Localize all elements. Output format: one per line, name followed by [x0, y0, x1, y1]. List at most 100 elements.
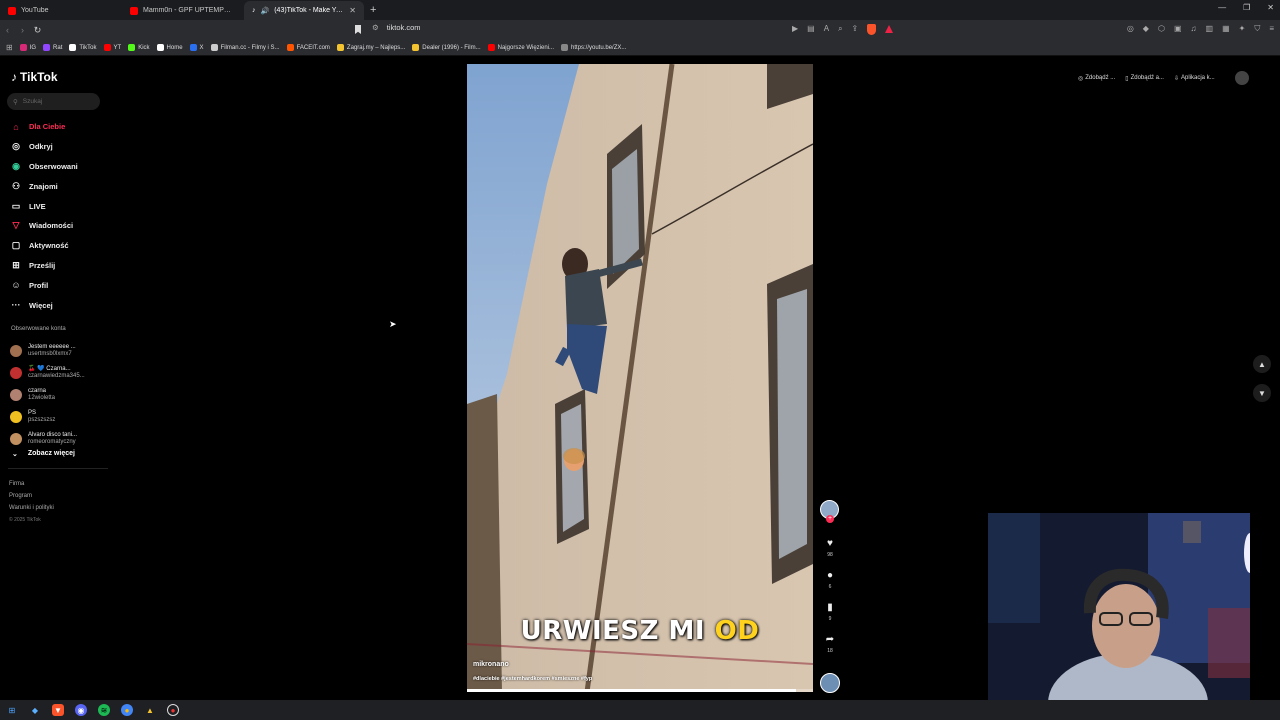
app-icon[interactable]: ▲ [144, 704, 156, 716]
sound-disc-icon[interactable] [820, 673, 840, 693]
bookmark-item[interactable]: IG [19, 44, 36, 51]
tiktok-logo[interactable]: ♪ TikTok [11, 70, 58, 84]
extension-icon[interactable]: ▣ [1174, 24, 1182, 34]
video-author[interactable]: mikronano [473, 661, 509, 668]
bookmark-item[interactable]: YT [103, 44, 121, 51]
next-video-button[interactable]: ▼ [1253, 384, 1271, 402]
bookmark-item[interactable]: Najgorsze Więzieni... [487, 44, 554, 51]
translate-icon[interactable]: A [824, 24, 829, 35]
brave-shield-icon[interactable] [867, 24, 877, 35]
tab-tiktok[interactable]: ♪ 🔊 (43)TikTok - Make Your Day ✕ [244, 1, 364, 20]
explorer-icon[interactable]: ◆ [29, 704, 41, 716]
vpn-icon[interactable]: ⛉ [1254, 24, 1260, 34]
media-icon[interactable]: ▶ [792, 24, 798, 35]
extension-icon[interactable]: ⬡ [1158, 24, 1165, 34]
zoom-icon[interactable]: ⌕ [838, 24, 842, 35]
new-tab-button[interactable]: + [364, 4, 382, 20]
bookmark-item[interactable]: TikTok [69, 44, 97, 51]
following-account[interactable]: 🍒 💙 Czarna... czarnawiedzma345... [10, 362, 85, 384]
following-account[interactable]: Jestem eeeeee ... usertmsb0lxmx7 [10, 340, 85, 362]
video-hashtags[interactable]: #dlaciebie #jestemhardkorem #smieszne #f… [473, 676, 592, 682]
following-account[interactable]: czarna 12wioletta [10, 384, 85, 406]
sidebar-icon[interactable]: ▥ [1206, 24, 1214, 34]
following-account[interactable]: Alvaro disco tani... romeoromatyczny [10, 428, 85, 450]
bookmark-item[interactable]: Rat [43, 44, 62, 51]
audio-playing-icon[interactable]: 🔊 [261, 7, 270, 15]
follow-plus-icon[interactable]: + [826, 515, 834, 523]
address-field[interactable]: ⚙ tiktok.com [372, 23, 421, 32]
share-button[interactable]: ➦ [820, 629, 840, 649]
back-icon[interactable]: ‹ [0, 25, 15, 35]
nav-obserwowani[interactable]: ◉ Obserwowani [10, 157, 78, 177]
apps-grid-icon[interactable]: ⊞ [6, 43, 13, 52]
avatar [10, 411, 22, 423]
obs-icon[interactable]: ● [167, 704, 179, 716]
wallet-icon[interactable]: ▦ [1222, 24, 1230, 34]
footer-link-terms[interactable]: Warunki i polityki [9, 502, 54, 514]
bookmarks-bar: ⊞ IG Rat TikTok YT Kick Home X Filman.cc - Film… [0, 40, 1280, 56]
nav-przeslij[interactable]: ⊞ Prześlij [10, 256, 78, 276]
nav-live[interactable]: ▭ LIVE [10, 196, 78, 216]
tab-youtube[interactable]: YouTube [0, 1, 122, 20]
tab-mammon[interactable]: Mamm0n - GPF UPTEMPO MIX [122, 1, 244, 20]
restore-icon[interactable]: ❐ [1243, 3, 1250, 12]
previous-video-button[interactable]: ▲ [1253, 355, 1271, 373]
site-settings-icon[interactable]: ⚙ [372, 23, 379, 32]
extension-icon[interactable]: ◎ [1127, 24, 1134, 34]
nav-wiadomosci[interactable]: ▽ Wiadomości [10, 216, 78, 236]
avatar [10, 367, 22, 379]
chrome-icon[interactable]: ● [121, 704, 133, 716]
brave-rewards-icon[interactable] [885, 25, 894, 33]
bookmark-item[interactable]: Dealer (1996) - Film... [412, 44, 481, 51]
nav-label: LIVE [29, 201, 46, 211]
share-icon[interactable]: ⇪ [852, 24, 859, 35]
following-account[interactable]: PS pszszszsz [10, 406, 85, 428]
video-player[interactable]: URWIESZ MI OD mikronano #dlaciebie #jest… [467, 64, 813, 692]
bookmark-item[interactable]: Kick [128, 44, 150, 51]
nav-odkryj[interactable]: ◎ Odkryj [10, 137, 78, 157]
reader-icon[interactable]: ▤ [807, 24, 815, 35]
bookmark-item[interactable]: FACEIT.com [286, 44, 330, 51]
footer-link-program[interactable]: Program [9, 490, 54, 502]
forward-icon[interactable]: › [15, 25, 30, 35]
like-button[interactable]: ♥ [820, 533, 840, 553]
see-more-button[interactable]: ⌄ Zobacz więcej [12, 450, 75, 458]
bookmark-item[interactable]: Filman.cc - Filmy i S... [210, 44, 280, 51]
media-control-icon[interactable]: ♫ [1191, 24, 1197, 34]
bookmark-item[interactable]: https://youtu.be/ZX... [561, 44, 626, 51]
leo-icon[interactable]: ✦ [1239, 24, 1246, 34]
bookmark-favicon-icon [128, 44, 136, 51]
save-button[interactable]: ▮ [820, 597, 840, 617]
nav-dla-ciebie[interactable]: ⌂ Dla Ciebie [10, 117, 78, 137]
bookmark-icon[interactable] [355, 25, 361, 34]
bookmark-item[interactable]: Home [156, 44, 183, 51]
inbox-icon[interactable] [1234, 71, 1249, 85]
nav-znajomi[interactable]: ⚇ Znajomi [10, 176, 78, 196]
nav-aktywnosc[interactable]: ▢ Aktywność [10, 236, 78, 256]
extension-icon[interactable]: ◆ [1143, 24, 1149, 34]
nav-wiecej[interactable]: ··· Więcej [10, 295, 78, 315]
brave-icon[interactable]: ▼ [52, 704, 64, 716]
bookmark-item[interactable]: Zagraj.my – Najleps... [336, 44, 405, 51]
download-icon: ⇩ [1173, 75, 1179, 82]
close-tab-icon[interactable]: ✕ [349, 6, 356, 15]
comment-button[interactable]: ● [820, 565, 840, 585]
discord-icon[interactable]: ◉ [75, 704, 87, 716]
windows-start-icon[interactable]: ⊞ [6, 704, 18, 716]
nav-profil[interactable]: ☺ Profil [10, 275, 78, 295]
creator-avatar[interactable]: + [820, 500, 839, 523]
video-progress-bar[interactable] [467, 689, 813, 692]
account-name: czarna [28, 388, 47, 394]
get-coins-button[interactable]: ◎ Zdobądź ... [1078, 75, 1115, 82]
bookmark-item[interactable]: X [189, 44, 204, 51]
get-app-button[interactable]: ▯ Zdobądź a... [1125, 75, 1164, 82]
close-window-icon[interactable]: ✕ [1267, 3, 1274, 12]
spotify-icon[interactable]: ≋ [98, 704, 110, 716]
desktop-app-button[interactable]: ⇩ Aplikacja k... [1174, 75, 1215, 82]
footer-link-firma[interactable]: Firma [9, 478, 54, 490]
search-input[interactable]: ⚲ Szukaj [7, 93, 100, 110]
minimize-icon[interactable]: — [1218, 3, 1226, 12]
upload-icon: ⊞ [12, 259, 20, 270]
menu-icon[interactable]: ≡ [1269, 24, 1274, 34]
reload-icon[interactable]: ↻ [30, 25, 45, 36]
